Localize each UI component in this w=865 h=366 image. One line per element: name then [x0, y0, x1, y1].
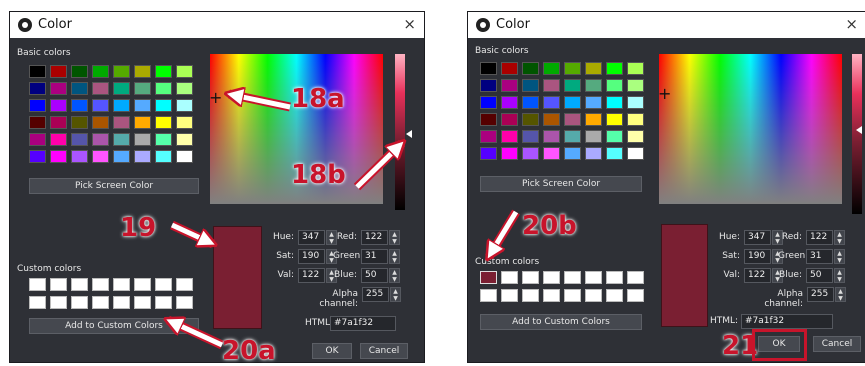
arrow-20a	[172, 322, 224, 348]
arrow-20b	[491, 210, 519, 253]
ok-button-highlight	[752, 329, 807, 361]
annotation-arrows	[0, 0, 520, 350]
arrow-19	[170, 222, 209, 242]
annotation-19: 19	[120, 213, 157, 243]
annotation-20b: 20b	[522, 211, 577, 241]
annotation-18a: 18a	[291, 84, 345, 114]
annotation-18b: 18b	[291, 160, 346, 190]
arrow-18b	[355, 146, 399, 189]
annotation-20a: 20a	[222, 336, 276, 366]
